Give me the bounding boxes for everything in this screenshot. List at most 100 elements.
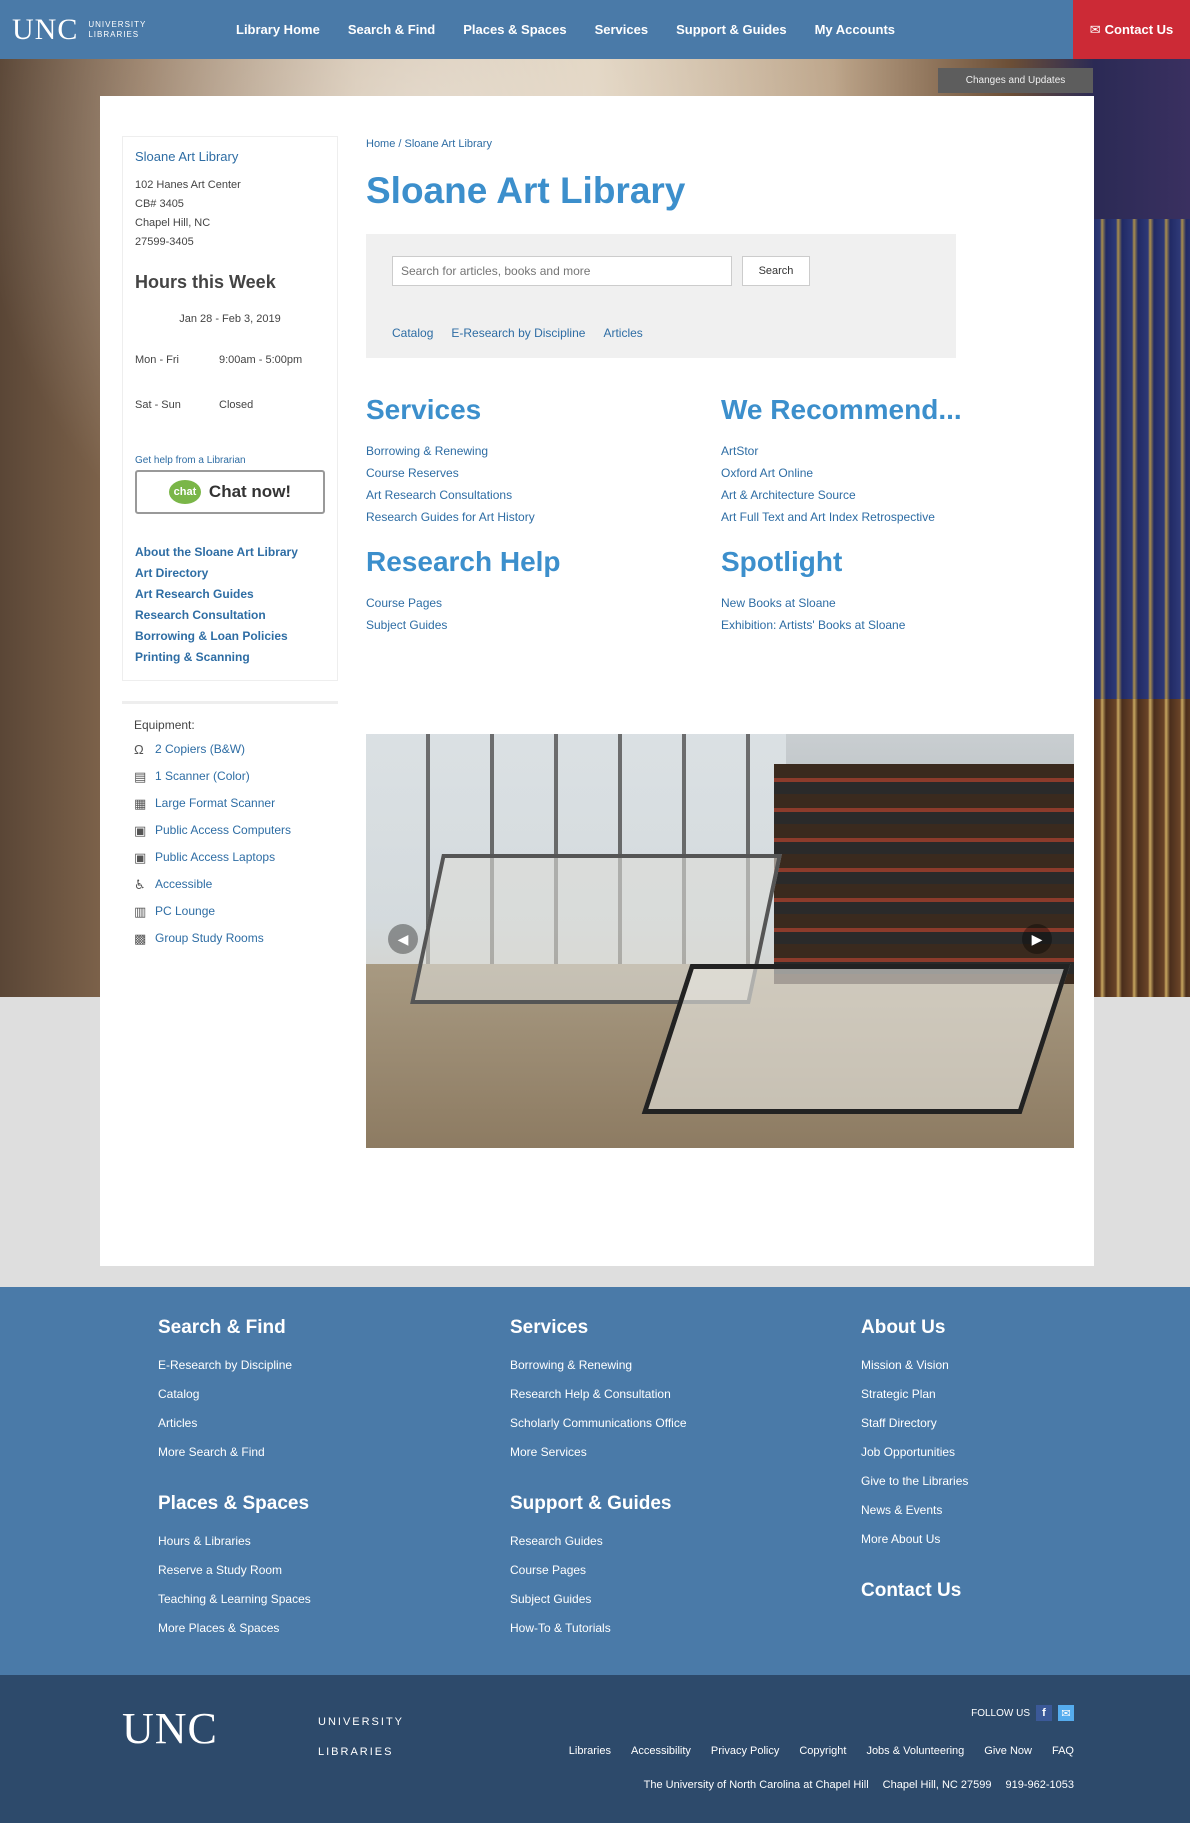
hours-day: Sat - Sun — [135, 399, 181, 411]
search-option-articles[interactable]: Articles — [603, 326, 642, 340]
services-link[interactable]: Research Guides for Art History — [366, 506, 721, 528]
footer-utility-link[interactable]: Jobs & Volunteering — [866, 1745, 964, 1757]
equipment-title: Equipment: — [134, 718, 195, 732]
hero-books-image-2 — [1090, 699, 1190, 999]
equipment-item[interactable]: ▥ PC Lounge — [134, 898, 326, 925]
chat-now-button[interactable]: chat Chat now! — [135, 470, 325, 514]
nav-search-find[interactable]: Search & Find — [334, 22, 449, 37]
nav-library-home[interactable]: Library Home — [222, 22, 334, 37]
equipment-item[interactable]: ▤ 1 Scanner (Color) — [134, 763, 326, 790]
nav-my-accounts[interactable]: My Accounts — [801, 22, 909, 37]
nav-services[interactable]: Services — [581, 22, 663, 37]
footer-link[interactable]: Research Guides — [510, 1527, 687, 1556]
recommend-section: We Recommend... ArtStor Oxford Art Onlin… — [721, 394, 1076, 528]
sidebar-link-consultation[interactable]: Research Consultation — [135, 605, 325, 626]
laptop-icon: ▣ — [134, 850, 147, 865]
footer-utility-link[interactable]: Give Now — [984, 1745, 1032, 1757]
search-input[interactable] — [392, 256, 732, 286]
content-columns: Services Borrowing & Renewing Course Res… — [366, 394, 1076, 694]
facebook-icon[interactable]: f — [1036, 1705, 1052, 1721]
services-link[interactable]: Course Reserves — [366, 462, 721, 484]
sidebar-link-about[interactable]: About the Sloane Art Library — [135, 542, 325, 563]
equipment-item[interactable]: Ω 2 Copiers (B&W) — [134, 736, 326, 763]
equipment-item[interactable]: ▦ Large Format Scanner — [134, 790, 326, 817]
footer-link[interactable]: Articles — [158, 1409, 311, 1438]
equipment-item[interactable]: ▣ Public Access Computers — [134, 817, 326, 844]
footer-utility-link[interactable]: Accessibility — [631, 1745, 691, 1757]
sidebar-link-guides[interactable]: Art Research Guides — [135, 584, 325, 605]
library-name-link[interactable]: Sloane Art Library — [135, 149, 325, 164]
recommend-link[interactable]: Art & Architecture Source — [721, 484, 1076, 506]
footer-link[interactable]: More Places & Spaces — [158, 1614, 311, 1643]
brand-logo[interactable]: UNC UNIVERSITY LIBRARIES — [0, 0, 222, 59]
breadcrumb[interactable]: Home / Sloane Art Library — [366, 138, 1076, 150]
contact-us-label: Contact Us — [1104, 22, 1174, 37]
main-content: Home / Sloane Art Library Sloane Art Lib… — [366, 138, 1076, 1148]
nav-places-spaces[interactable]: Places & Spaces — [449, 22, 580, 37]
footer-link[interactable]: How-To & Tutorials — [510, 1614, 687, 1643]
footer-link[interactable]: Strategic Plan — [861, 1380, 968, 1409]
lounge-icon: ▥ — [134, 904, 147, 919]
large-scanner-icon: ▦ — [134, 796, 147, 811]
footer-logo-subtitle: UNIVERSITY LIBRARIES — [318, 1707, 404, 1767]
services-link[interactable]: Borrowing & Renewing — [366, 440, 721, 462]
footer-link[interactable]: Scholarly Communications Office — [510, 1409, 687, 1438]
equipment-item[interactable]: ▩ Group Study Rooms — [134, 925, 326, 952]
research-link[interactable]: Subject Guides — [366, 614, 721, 636]
footer-link[interactable]: Reserve a Study Room — [158, 1556, 311, 1585]
footer-link[interactable]: Hours & Libraries — [158, 1527, 311, 1556]
carousel-next-arrow-icon[interactable]: ▶ — [1022, 924, 1052, 954]
footer-contact-heading[interactable]: Contact Us — [861, 1580, 968, 1602]
equipment-label: 1 Scanner (Color) — [155, 769, 250, 783]
sidebar-link-directory[interactable]: Art Directory — [135, 563, 325, 584]
recommend-link[interactable]: ArtStor — [721, 440, 1076, 462]
footer-link[interactable]: More About Us — [861, 1525, 968, 1554]
sidebar-link-printing[interactable]: Printing & Scanning — [135, 647, 325, 668]
footer-link[interactable]: Catalog — [158, 1380, 311, 1409]
footer-link[interactable]: Teaching & Learning Spaces — [158, 1585, 311, 1614]
footer-link[interactable]: Give to the Libraries — [861, 1467, 968, 1496]
footer-column: Search & Find E-Research by Discipline C… — [158, 1303, 311, 1643]
footer-link[interactable]: Borrowing & Renewing — [510, 1351, 687, 1380]
footer-link[interactable]: Course Pages — [510, 1556, 687, 1585]
chat-bubble-icon: chat — [168, 480, 201, 504]
footer-utility-link[interactable]: Privacy Policy — [711, 1745, 779, 1757]
spotlight-link[interactable]: Exhibition: Artists' Books at Sloane — [721, 614, 1076, 636]
carousel-prev-arrow-icon[interactable]: ◀ — [388, 924, 418, 954]
recommend-link[interactable]: Art Full Text and Art Index Retrospectiv… — [721, 506, 1076, 528]
changes-updates-button[interactable]: Changes and Updates — [938, 68, 1093, 93]
equipment-item[interactable]: ♿ Accessible — [134, 871, 326, 898]
footer-link[interactable]: Mission & Vision — [861, 1351, 968, 1380]
left-column: Services Borrowing & Renewing Course Res… — [366, 394, 721, 694]
footer-copyright: The University of North Carolina at Chap… — [644, 1779, 1074, 1791]
footer-link[interactable]: News & Events — [861, 1496, 968, 1525]
footer-link[interactable]: Research Help & Consultation — [510, 1380, 687, 1409]
search-button[interactable]: Search — [742, 256, 810, 286]
footer-link[interactable]: E-Research by Discipline — [158, 1351, 311, 1380]
nav-support-guides[interactable]: Support & Guides — [662, 22, 801, 37]
footer-link[interactable]: More Services — [510, 1438, 687, 1467]
footer-link[interactable]: Subject Guides — [510, 1585, 687, 1614]
equipment-label: Accessible — [155, 877, 213, 891]
footer: Search & Find E-Research by Discipline C… — [0, 1287, 1190, 1675]
research-link[interactable]: Course Pages — [366, 592, 721, 614]
footer-utility-link[interactable]: Copyright — [799, 1745, 846, 1757]
footer-utility-link[interactable]: Libraries — [569, 1745, 611, 1757]
footer-link[interactable]: Job Opportunities — [861, 1438, 968, 1467]
email-icon[interactable]: ✉ — [1058, 1705, 1074, 1721]
search-option-eresearch[interactable]: E-Research by Discipline — [451, 326, 585, 340]
footer-unc-logo[interactable]: UNC — [122, 1703, 218, 1754]
search-option-catalog[interactable]: Catalog — [392, 326, 433, 340]
social-links: FOLLOW US f ✉ — [971, 1705, 1074, 1721]
recommend-link[interactable]: Oxford Art Online — [721, 462, 1076, 484]
contact-us-button[interactable]: ✉ Contact Us — [1073, 0, 1190, 59]
footer-link[interactable]: Staff Directory — [861, 1409, 968, 1438]
services-link[interactable]: Art Research Consultations — [366, 484, 721, 506]
spotlight-section: Spotlight New Books at Sloane Exhibition… — [721, 546, 1076, 676]
spotlight-link[interactable]: New Books at Sloane — [721, 592, 1076, 614]
footer-link[interactable]: More Search & Find — [158, 1438, 311, 1467]
sidebar-link-borrowing[interactable]: Borrowing & Loan Policies — [135, 626, 325, 647]
footer-utility-link[interactable]: FAQ — [1052, 1745, 1074, 1757]
footer-column: Services Borrowing & Renewing Research H… — [510, 1303, 687, 1643]
equipment-item[interactable]: ▣ Public Access Laptops — [134, 844, 326, 871]
